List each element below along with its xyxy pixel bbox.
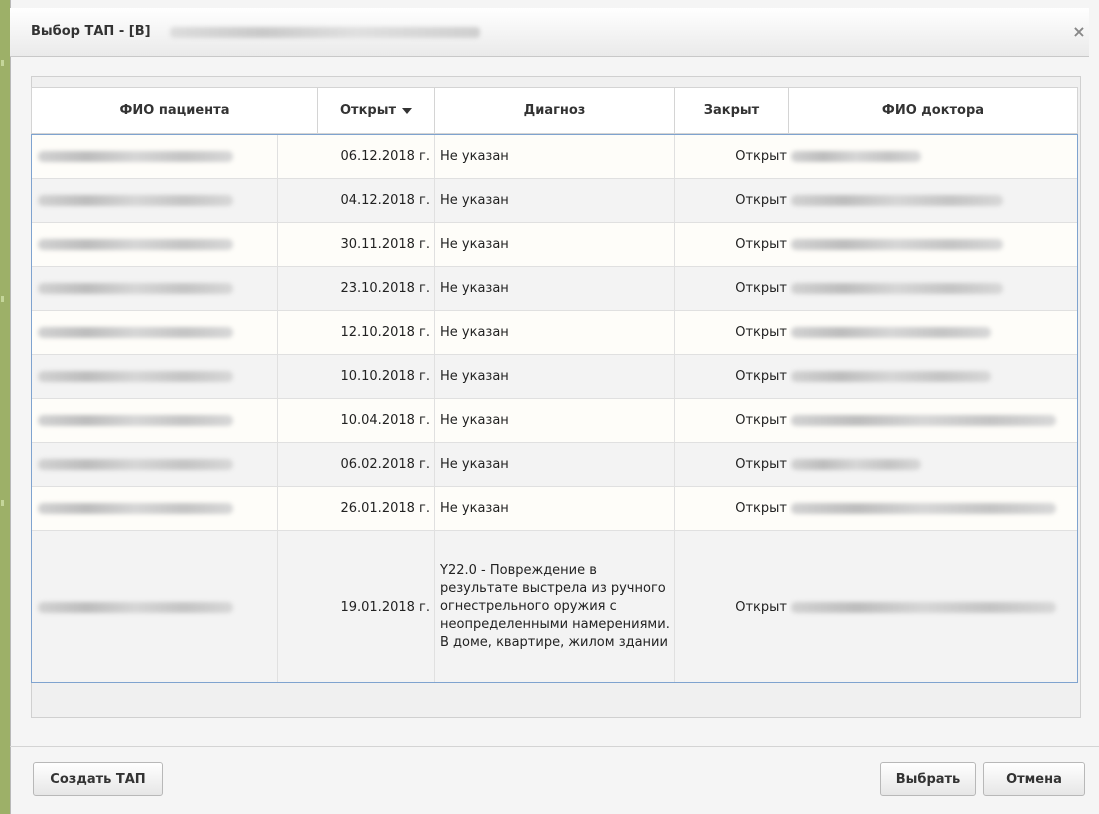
background-window-edge <box>0 0 10 814</box>
redacted-doctor-name <box>791 195 1003 206</box>
doctor-name-cell <box>789 179 1077 222</box>
redacted-patient-name <box>38 239 233 250</box>
close-icon[interactable]: × <box>1069 8 1089 56</box>
opened-cell: 06.12.2018 г. <box>278 135 435 178</box>
opened-cell: 23.10.2018 г. <box>278 267 435 310</box>
patient-name-cell <box>32 531 278 682</box>
diagnosis-cell: Не указан <box>435 179 675 222</box>
opened-cell: 04.12.2018 г. <box>278 179 435 222</box>
patient-name-cell <box>32 223 278 266</box>
tap-table-body: 06.12.2018 г. Не указан Открыт 04.12.201… <box>31 134 1078 683</box>
diagnosis-cell: Не указан <box>435 311 675 354</box>
select-button[interactable]: Выбрать <box>880 762 976 796</box>
diagnosis-cell: Не указан <box>435 355 675 398</box>
redacted-doctor-name <box>791 371 991 382</box>
patient-name-cell <box>32 179 278 222</box>
cancel-button[interactable]: Отмена <box>983 762 1085 796</box>
column-header-patient[interactable]: ФИО пациента <box>32 88 318 133</box>
dialog-titlebar: Выбор ТАП - [В] × <box>10 8 1089 57</box>
table-row[interactable]: 26.01.2018 г. Не указан Открыт <box>32 487 1077 531</box>
doctor-name-cell <box>789 267 1077 310</box>
doctor-name-cell <box>789 223 1077 266</box>
closed-cell: Открыт <box>735 149 787 164</box>
diagnosis-cell: Не указан <box>435 399 675 442</box>
diagnosis-cell: Не указан <box>435 443 675 486</box>
doctor-name-cell <box>789 399 1077 442</box>
diagnosis-cell: Не указан <box>435 223 675 266</box>
closed-cell: Открыт <box>735 413 787 428</box>
sort-desc-icon <box>402 107 412 114</box>
doctor-name-cell <box>789 487 1077 530</box>
patient-name-cell <box>32 311 278 354</box>
opened-cell: 06.02.2018 г. <box>278 443 435 486</box>
redacted-doctor-name <box>791 459 921 470</box>
diagnosis-cell: Не указан <box>435 487 675 530</box>
redacted-doctor-name <box>791 327 991 338</box>
column-header-diagnosis[interactable]: Диагноз <box>435 88 675 133</box>
closed-cell: Открыт <box>735 237 787 252</box>
patient-name-cell <box>32 355 278 398</box>
redacted-patient-name <box>38 283 233 294</box>
diagnosis-cell: Не указан <box>435 267 675 310</box>
redacted-patient-name <box>38 415 233 426</box>
column-header-closed[interactable]: Закрыт <box>675 88 789 133</box>
doctor-name-cell <box>789 531 1077 682</box>
opened-cell: 26.01.2018 г. <box>278 487 435 530</box>
redacted-patient-name <box>38 151 233 162</box>
table-row[interactable]: 06.12.2018 г. Не указан Открыт <box>32 135 1077 179</box>
table-row[interactable]: 10.10.2018 г. Не указан Открыт <box>32 355 1077 399</box>
create-tap-button[interactable]: Создать ТАП <box>33 762 163 796</box>
footer-divider <box>10 746 1099 747</box>
redacted-patient-name <box>38 327 233 338</box>
patient-name-cell <box>32 443 278 486</box>
closed-cell: Открыт <box>735 457 787 472</box>
column-header-opened[interactable]: Открыт <box>318 88 435 133</box>
opened-cell: 19.01.2018 г. <box>278 531 435 682</box>
opened-cell: 10.10.2018 г. <box>278 355 435 398</box>
opened-cell: 30.11.2018 г. <box>278 223 435 266</box>
closed-cell: Открыт <box>735 193 787 208</box>
patient-name-cell <box>32 487 278 530</box>
redacted-patient-name <box>170 27 480 38</box>
doctor-name-cell <box>789 443 1077 486</box>
opened-cell: 12.10.2018 г. <box>278 311 435 354</box>
doctor-name-cell <box>789 355 1077 398</box>
redacted-doctor-name <box>791 151 921 162</box>
redacted-doctor-name <box>791 415 1056 426</box>
table-row[interactable]: 10.04.2018 г. Не указан Открыт <box>32 399 1077 443</box>
closed-cell: Открыт <box>735 281 787 296</box>
closed-cell: Открыт <box>735 501 787 516</box>
redacted-patient-name <box>38 459 233 470</box>
column-header-doctor[interactable]: ФИО доктора <box>789 88 1077 133</box>
redacted-doctor-name <box>791 601 1056 613</box>
table-row[interactable]: 06.02.2018 г. Не указан Открыт <box>32 443 1077 487</box>
patient-name-cell <box>32 267 278 310</box>
table-row[interactable]: 30.11.2018 г. Не указан Открыт <box>32 223 1077 267</box>
patient-name-cell <box>32 135 278 178</box>
diagnosis-cell: Y22.0 - Повреждение в результате выстрел… <box>435 531 675 682</box>
redacted-patient-name <box>38 195 233 206</box>
redacted-doctor-name <box>791 239 1003 250</box>
table-row[interactable]: 19.01.2018 г. Y22.0 - Повреждение в резу… <box>32 531 1077 682</box>
table-row[interactable]: 23.10.2018 г. Не указан Открыт <box>32 267 1077 311</box>
table-row[interactable]: 04.12.2018 г. Не указан Открыт <box>32 179 1077 223</box>
diagnosis-cell: Не указан <box>435 135 675 178</box>
closed-cell: Открыт <box>735 599 787 615</box>
doctor-name-cell <box>789 311 1077 354</box>
doctor-name-cell <box>789 135 1077 178</box>
redacted-patient-name <box>38 601 233 613</box>
redacted-patient-name <box>38 503 233 514</box>
redacted-doctor-name <box>791 503 1056 514</box>
column-header-opened-label: Открыт <box>339 103 396 118</box>
closed-cell: Открыт <box>735 325 787 340</box>
table-header: ФИО пациента Открыт Диагноз Закрыт ФИО д… <box>31 87 1078 134</box>
patient-name-cell <box>32 399 278 442</box>
dialog-title: Выбор ТАП - [В] <box>31 24 151 39</box>
opened-cell: 10.04.2018 г. <box>278 399 435 442</box>
redacted-patient-name <box>38 371 233 382</box>
redacted-doctor-name <box>791 283 1003 294</box>
table-row[interactable]: 12.10.2018 г. Не указан Открыт <box>32 311 1077 355</box>
closed-cell: Открыт <box>735 369 787 384</box>
